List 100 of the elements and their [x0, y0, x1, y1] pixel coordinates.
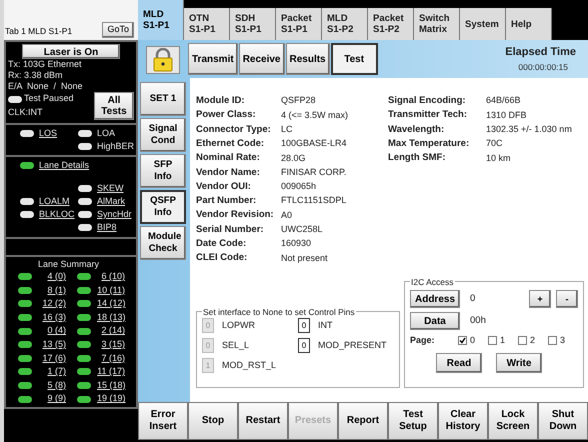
top-tab[interactable]: Packet S1-P2 — [368, 8, 414, 40]
lane-link[interactable]: 6 (10) — [97, 270, 125, 284]
status-text: Rx: 3.38 dBm — [8, 70, 64, 81]
port-tab-label: Tab 1 MLD S1-P1 — [5, 25, 72, 38]
field-label: Ethernet Code: — [196, 136, 266, 151]
field-label: Signal Encoding: — [388, 94, 467, 108]
alarm-link[interactable]: SyncHdr — [97, 208, 132, 222]
lane-link[interactable]: 7 (16) — [97, 352, 125, 366]
status-text: Tx: 103G Ethernet — [8, 59, 83, 70]
action-button[interactable]: Restart — [238, 402, 288, 440]
top-tab[interactable]: System — [460, 8, 506, 40]
sub-tab[interactable]: Results — [286, 43, 330, 75]
pin-label: LOPWR — [222, 319, 256, 332]
group-title: Set interface to None to set Control Pins — [202, 306, 356, 318]
sub-tab[interactable]: Test — [330, 43, 378, 75]
lane-link[interactable]: 1 (7) — [38, 365, 66, 379]
field-value: 160930 — [281, 237, 312, 250]
lane-link[interactable]: 18 (13) — [97, 310, 125, 324]
elapsed-time-label: Elapsed Time — [505, 45, 576, 60]
page-option-label: 3 — [560, 334, 566, 347]
address-value: 0 — [470, 292, 476, 306]
side-tab[interactable]: Signal Cond — [140, 118, 186, 152]
page-checkbox[interactable] — [548, 336, 557, 345]
alarm-link[interactable]: LOALM — [39, 194, 70, 208]
data-button[interactable]: Data — [410, 312, 460, 330]
side-tab[interactable]: QSFP Info — [140, 190, 186, 224]
page-label: Page: — [410, 334, 436, 347]
field-value: 10 km — [486, 152, 511, 165]
goto-button[interactable]: GoTo — [102, 22, 134, 38]
field-value: A0 — [281, 208, 292, 222]
read-button[interactable]: Read — [436, 353, 482, 374]
lane-link[interactable]: 2 (14) — [97, 324, 125, 338]
top-tab[interactable]: OTN S1-P1 — [184, 8, 230, 40]
side-tab[interactable]: Module Check — [140, 226, 186, 260]
lane-link[interactable]: 5 (8) — [38, 378, 66, 392]
action-button[interactable]: Test Setup — [388, 402, 438, 440]
increment-button[interactable]: + — [529, 290, 551, 308]
page-option-label: 2 — [530, 334, 536, 347]
field-value: Not present — [281, 252, 328, 265]
field-label: Vendor OUI: — [196, 180, 252, 194]
lane-link[interactable]: 8 (1) — [38, 284, 66, 298]
sub-tab[interactable]: Receive — [238, 43, 284, 75]
field-label: Transmitter Tech: — [388, 108, 468, 122]
top-tab[interactable]: MLD S1-P1 — [138, 0, 184, 40]
group-title: I2C Access — [410, 276, 455, 288]
sub-tab[interactable]: Transmit — [188, 43, 238, 75]
top-tab[interactable]: Switch Matrix — [414, 8, 460, 40]
lock-button[interactable] — [146, 46, 180, 74]
lane-link[interactable]: 10 (11) — [97, 284, 125, 298]
alarm-link[interactable]: AlMark — [97, 194, 126, 208]
alarm-link[interactable]: BIP8 — [97, 220, 117, 234]
action-button[interactable]: Clear History — [438, 402, 488, 440]
lane-link[interactable]: 17 (6) — [38, 352, 66, 366]
field-value: FINISAR CORP. — [281, 166, 346, 179]
field-value: 28.0G — [281, 152, 306, 165]
alarm-link[interactable]: Lane Details — [39, 158, 90, 172]
page-checkbox[interactable] — [518, 336, 527, 345]
field-label: Part Number: — [196, 194, 258, 208]
lane-link[interactable]: 0 (4) — [38, 324, 66, 338]
alarm-link[interactable]: BLKLOC — [39, 208, 75, 222]
top-tab[interactable]: Help — [506, 8, 552, 40]
action-button[interactable]: Report — [338, 402, 388, 440]
field-label: Nominal Rate: — [196, 151, 261, 166]
action-button[interactable]: Lock Screen — [488, 402, 538, 440]
laser-status-button[interactable]: Laser is On — [22, 44, 120, 59]
lane-link[interactable]: 9 (9) — [38, 392, 66, 406]
decrement-button[interactable]: - — [556, 290, 578, 308]
field-label: Module ID: — [196, 94, 246, 108]
field-value: QSFP28 — [281, 94, 316, 108]
lane-link[interactable]: 19 (19) — [97, 392, 125, 406]
action-button[interactable]: Error Insert — [138, 402, 188, 440]
all-tests-button[interactable]: All Tests — [94, 92, 134, 120]
field-value: FTLC1151SDPL — [281, 194, 346, 208]
page-checkbox[interactable] — [488, 336, 497, 345]
lane-link[interactable]: 12 (2) — [38, 297, 66, 311]
lane-link[interactable]: 4 (0) — [38, 270, 66, 284]
pin-toggle[interactable]: 0 — [298, 338, 310, 354]
lane-link[interactable]: 3 (15) — [97, 338, 125, 352]
lane-link[interactable]: 15 (18) — [97, 378, 125, 392]
write-button[interactable]: Write — [496, 353, 542, 374]
top-tab[interactable]: Packet S1-P1 — [276, 8, 322, 40]
side-tab[interactable]: SET 1 — [140, 82, 186, 116]
page-checkbox[interactable] — [458, 336, 467, 345]
lane-link[interactable]: 13 (5) — [38, 338, 66, 352]
side-tab[interactable]: SFP Info — [140, 154, 186, 188]
field-label: Connector Type: — [196, 122, 272, 137]
lane-link[interactable]: 14 (12) — [97, 297, 125, 311]
field-label: Length SMF: — [388, 151, 447, 166]
lane-link[interactable]: 16 (3) — [38, 310, 66, 324]
status-text: E/A None / None — [8, 81, 84, 92]
alarm-link[interactable]: LOS — [39, 126, 58, 140]
alarm-link[interactable]: SKEW — [97, 182, 124, 196]
address-button[interactable]: Address — [410, 290, 460, 308]
lane-link[interactable]: 11 (17) — [97, 365, 125, 379]
top-tab[interactable]: SDH S1-P1 — [230, 8, 276, 40]
pin-toggle[interactable]: 0 — [298, 318, 310, 334]
top-tab[interactable]: MLD S1-P2 — [322, 8, 368, 40]
check-icon — [459, 336, 466, 344]
action-button[interactable]: Shut Down — [538, 402, 588, 440]
action-button[interactable]: Stop — [188, 402, 238, 440]
